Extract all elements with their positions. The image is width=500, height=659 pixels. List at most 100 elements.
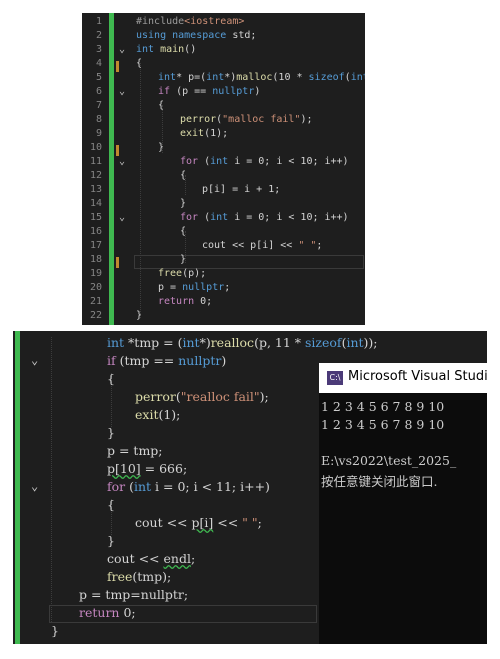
- code-line[interactable]: {: [180, 226, 186, 237]
- code-line[interactable]: {: [180, 170, 186, 181]
- debug-console-window[interactable]: C:\ Microsoft Visual Studio 1 2 3 4 5 6 …: [319, 363, 487, 644]
- code-line[interactable]: p = nullptr;: [158, 282, 230, 293]
- fold-chevron-icon[interactable]: ⌄: [119, 44, 125, 55]
- code-token: ;: [316, 240, 323, 251]
- code-token: ): [221, 353, 227, 368]
- code-token: {: [158, 100, 165, 111]
- code-token: }: [107, 425, 115, 440]
- code-line[interactable]: perror("malloc fail");: [180, 114, 312, 125]
- code-line[interactable]: {: [107, 497, 115, 512]
- code-line[interactable]: }: [136, 310, 142, 321]
- line-number: 6: [95, 86, 102, 97]
- code-token: i = 0; i < 10; i++): [228, 212, 349, 223]
- code-token: realloc: [210, 335, 255, 350]
- code-line[interactable]: for (int i = 0; i < 11; i++): [107, 479, 270, 494]
- line-number: 4: [95, 58, 102, 69]
- code-line[interactable]: {: [158, 100, 164, 111]
- code-line[interactable]: int* p=(int*)malloc(10 * sizeof(int));: [158, 72, 365, 83]
- code-line[interactable]: p = tmp=nullptr;: [79, 587, 188, 602]
- code-token: p[i] = i + 1;: [202, 184, 281, 195]
- code-token: (: [198, 156, 211, 167]
- code-token: using namespace: [136, 30, 227, 41]
- code-token: {: [180, 170, 187, 181]
- code-line[interactable]: perror("realloc fail");: [135, 389, 269, 404]
- code-token: (1);: [204, 128, 229, 139]
- code-line[interactable]: return 0;: [79, 605, 136, 620]
- code-line[interactable]: using namespace std;: [136, 30, 256, 41]
- code-token: (tmp);: [132, 569, 172, 584]
- code-token: );: [300, 114, 313, 125]
- code-line[interactable]: exit(1);: [180, 128, 228, 139]
- code-line[interactable]: p = tmp;: [107, 443, 163, 458]
- code-token: ): [254, 86, 261, 97]
- code-token: (p, 11 *: [254, 335, 305, 350]
- fold-chevron-icon[interactable]: ⌄: [31, 479, 38, 493]
- code-token: nullptr: [178, 353, 222, 368]
- code-line[interactable]: free(tmp);: [107, 569, 171, 584]
- code-token: ));: [363, 335, 378, 350]
- code-line[interactable]: p[i] = i + 1;: [202, 184, 280, 195]
- line-number: 9: [95, 128, 102, 139]
- code-line[interactable]: p[10] = 666;: [107, 461, 187, 476]
- code-token: = 666;: [140, 461, 188, 476]
- code-token: nullptr: [212, 86, 255, 97]
- code-token: *): [199, 335, 211, 350]
- code-token: int: [107, 335, 125, 350]
- bottom-code-editor[interactable]: ⌄ ⌄ int *tmp = (int*)realloc(p, 11 * siz…: [13, 331, 487, 644]
- code-line[interactable]: {: [136, 58, 142, 69]
- console-app-icon: C:\: [327, 371, 343, 385]
- code-line[interactable]: int *tmp = (int*)realloc(p, 11 * sizeof(…: [107, 335, 378, 350]
- fold-chevron-icon[interactable]: ⌄: [31, 353, 38, 367]
- code-token: free: [107, 569, 133, 584]
- code-token: cout <<: [135, 515, 192, 530]
- fold-chevron-icon[interactable]: ⌄: [119, 156, 125, 167]
- code-line[interactable]: for (int i = 0; i < 10; i++): [180, 156, 349, 167]
- code-token: }: [180, 198, 187, 209]
- code-token: p[i]: [191, 515, 214, 530]
- code-token: endl: [163, 551, 191, 566]
- top-code-editor[interactable]: 1 2 3 4 5 6 7 8 9 10 11 12 13 14 15 16 17 18 19 20 21 22 ⌄ ⌄ …: [82, 13, 365, 325]
- code-token: (tmp ==: [115, 353, 179, 368]
- code-token: int: [350, 72, 365, 83]
- code-token: " ": [298, 240, 317, 251]
- code-token: for: [180, 156, 199, 167]
- change-bar: [109, 13, 114, 325]
- line-number: 7: [95, 100, 102, 111]
- code-token: #include: [136, 16, 185, 27]
- code-token: int: [206, 72, 225, 83]
- code-line[interactable]: }: [180, 254, 186, 265]
- code-token: perror: [135, 389, 176, 404]
- code-line[interactable]: for (int i = 0; i < 10; i++): [180, 212, 349, 223]
- line-number: 3: [95, 44, 102, 55]
- code-token: p[10]: [107, 461, 141, 476]
- console-titlebar[interactable]: C:\ Microsoft Visual Studio: [319, 363, 487, 393]
- console-output-line: E:\vs2022\test_2025_: [321, 453, 457, 468]
- code-line[interactable]: if (p == nullptr): [158, 86, 260, 97]
- code-line[interactable]: exit(1);: [135, 407, 180, 422]
- line-number: 5: [95, 72, 102, 83]
- code-token: <iostream>: [184, 16, 245, 27]
- code-line[interactable]: #include<iostream>: [136, 16, 244, 27]
- fold-chevron-icon[interactable]: ⌄: [119, 86, 125, 97]
- code-line[interactable]: cout << p[i] << " ";: [135, 515, 262, 530]
- code-line[interactable]: if (tmp == nullptr): [107, 353, 226, 368]
- code-line[interactable]: int main(): [136, 44, 196, 55]
- line-number: 8: [95, 114, 102, 125]
- code-line[interactable]: }: [107, 533, 115, 548]
- code-line[interactable]: {: [107, 371, 115, 386]
- code-line[interactable]: }: [158, 142, 164, 153]
- code-line[interactable]: cout << endl;: [107, 551, 195, 566]
- code-line[interactable]: return 0;: [158, 296, 212, 307]
- code-token: cout << p[i] <<: [202, 240, 299, 251]
- code-line[interactable]: }: [107, 425, 115, 440]
- code-token: for: [107, 479, 126, 494]
- code-line[interactable]: free(p);: [158, 268, 206, 279]
- code-line[interactable]: }: [180, 198, 186, 209]
- code-token: i = 0; i < 11; i++): [151, 479, 270, 494]
- code-token: exit: [135, 407, 159, 422]
- code-line[interactable]: }: [51, 623, 59, 638]
- fold-chevron-icon[interactable]: ⌄: [119, 212, 125, 223]
- code-line[interactable]: cout << p[i] << " ";: [202, 240, 322, 251]
- code-token: malloc: [236, 72, 273, 83]
- code-token: (1);: [158, 407, 181, 422]
